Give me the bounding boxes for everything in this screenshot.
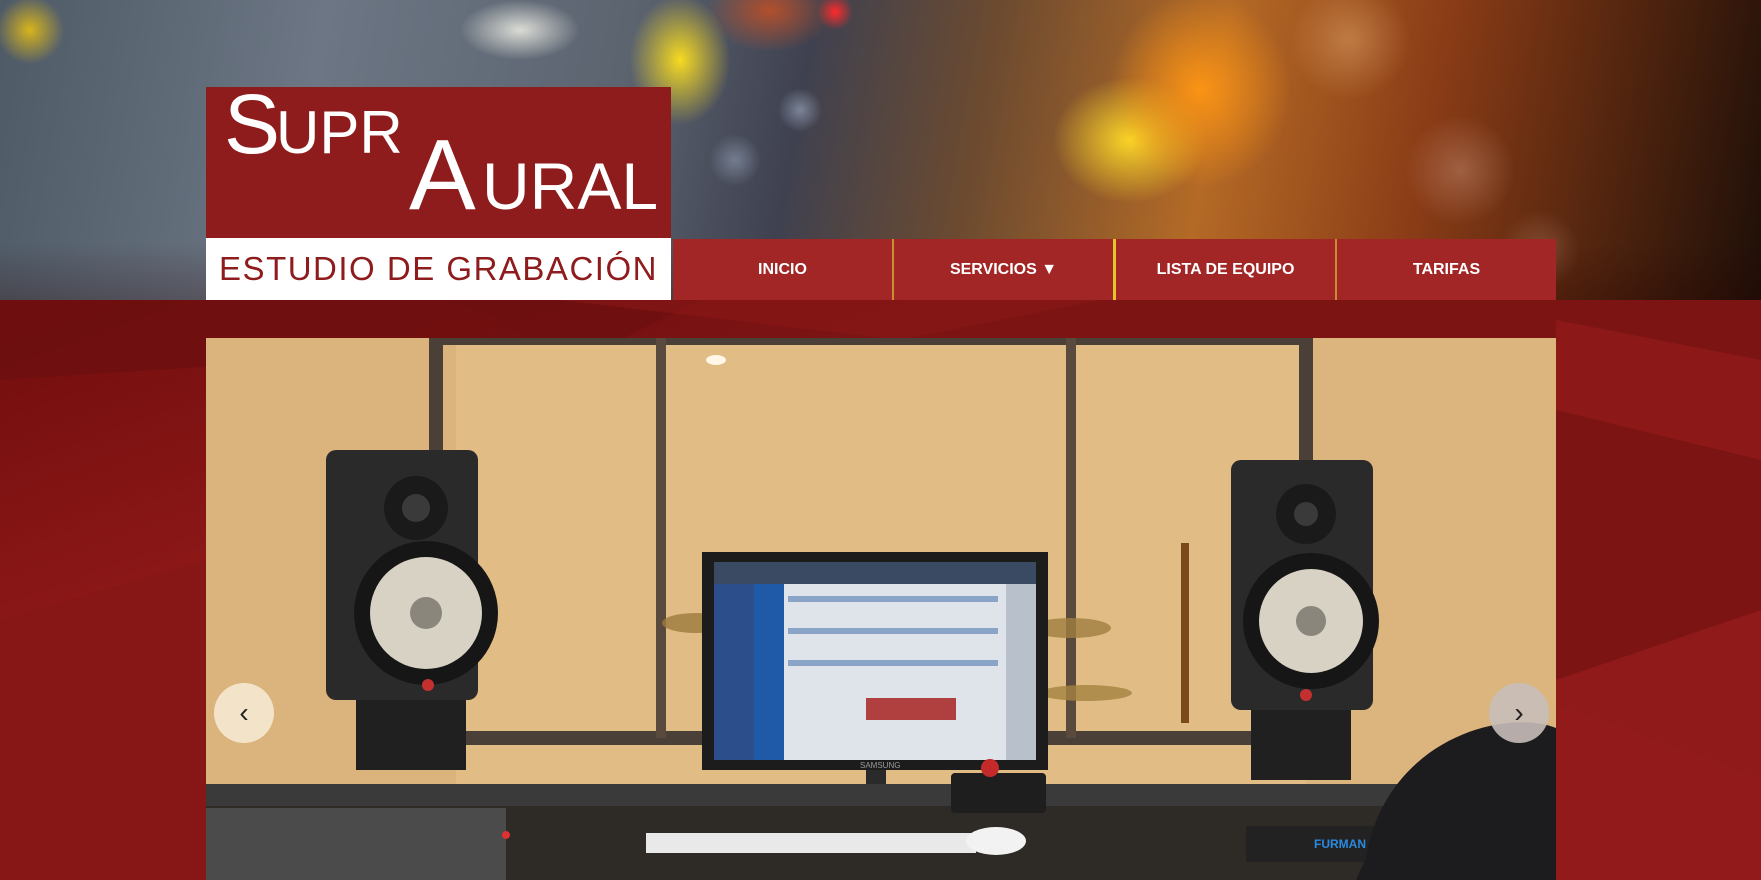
image-slider[interactable]: SAMSUNG FURMAN [206,338,1556,880]
main-nav: INICIO SERVICIOS ▼ LISTA DE EQUIPO TARIF… [673,239,1556,300]
ceiling-light [706,355,726,365]
mouse [966,827,1026,855]
keyboard [646,833,976,853]
logo-wordmark: S UPR A URAL [224,87,658,231]
svg-text:A: A [409,119,476,231]
nav-item-inicio[interactable]: INICIO [673,239,894,300]
monitor-brand: SAMSUNG [860,761,900,770]
desk [206,784,1556,806]
mixing-console [206,808,506,880]
studio-photo: SAMSUNG FURMAN [206,338,1556,880]
cymbal [1040,685,1132,701]
svg-text:S: S [224,87,280,171]
logo[interactable]: S UPR A URAL ESTUDIO DE GRABACIÓN [206,87,671,300]
logo-tagline: ESTUDIO DE GRABACIÓN [206,238,671,300]
slider-next-button[interactable]: › [1489,683,1549,743]
svg-text:UPR: UPR [276,99,403,166]
volume-controller [951,773,1046,813]
slider-prev-button[interactable]: ‹ [214,683,274,743]
guitar [1181,543,1189,723]
nav-item-servicios[interactable]: SERVICIOS ▼ [894,239,1116,300]
nav-item-tarifas[interactable]: TARIFAS [1337,239,1556,300]
rack-brand: FURMAN [1314,837,1366,851]
nav-item-lista-de-equipo[interactable]: LISTA DE EQUIPO [1116,239,1337,300]
svg-text:URAL: URAL [482,149,658,223]
